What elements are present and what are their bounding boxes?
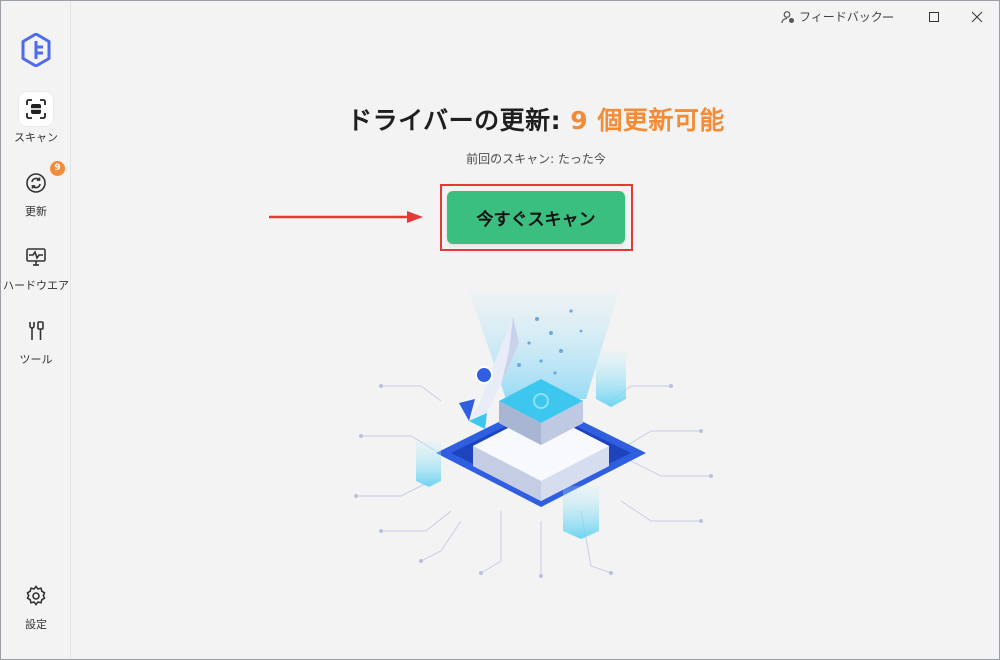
sidebar-item-hardware[interactable]: ハードウエア xyxy=(1,240,71,306)
pointer-arrow-icon xyxy=(269,211,423,223)
minimize-button[interactable] xyxy=(866,1,910,33)
update-count-badge: 9 xyxy=(50,161,65,176)
monitor-icon xyxy=(19,240,53,274)
last-scan-text: 前回のスキャン: たった今 xyxy=(466,152,606,166)
page-title: ドライバーの更新: 9 個更新可能 xyxy=(71,101,1000,137)
sidebar-item-settings[interactable]: 設定 xyxy=(1,579,71,645)
update-count-text: 9 個更新可能 xyxy=(570,106,725,135)
minimize-icon xyxy=(883,16,893,18)
scan-illustration xyxy=(354,291,713,578)
brand-logo xyxy=(21,33,51,67)
gear-icon xyxy=(19,579,53,613)
page-title-prefix: ドライバーの更新: xyxy=(347,106,571,135)
scan-now-button[interactable]: 今すぐスキャン xyxy=(447,191,625,244)
maximize-icon xyxy=(929,12,939,22)
refresh-icon xyxy=(19,166,53,200)
sidebar-item-label: 設定 xyxy=(25,618,47,631)
tools-icon xyxy=(19,314,53,348)
app-window: スキャン 9 更新 ハードウエア ツール 設定 フィードバック ドライバーの更新… xyxy=(0,0,1000,660)
close-button[interactable] xyxy=(955,1,999,33)
sidebar: スキャン 9 更新 ハードウエア ツール 設定 xyxy=(1,1,71,659)
sidebar-item-update[interactable]: 9 更新 xyxy=(1,161,71,232)
user-feedback-icon xyxy=(781,10,794,23)
sidebar-item-label: ツール xyxy=(19,353,53,366)
sidebar-item-tools[interactable]: ツール xyxy=(1,314,71,380)
close-icon xyxy=(971,11,983,23)
title-bar: フィードバック xyxy=(71,1,999,33)
maximize-button[interactable] xyxy=(912,1,956,33)
sidebar-item-label: 更新 xyxy=(25,205,47,218)
sidebar-item-label: スキャン xyxy=(14,131,58,144)
sidebar-item-scan[interactable]: スキャン xyxy=(1,92,71,158)
sidebar-item-label: ハードウエア xyxy=(3,279,69,292)
scan-icon xyxy=(19,92,53,126)
